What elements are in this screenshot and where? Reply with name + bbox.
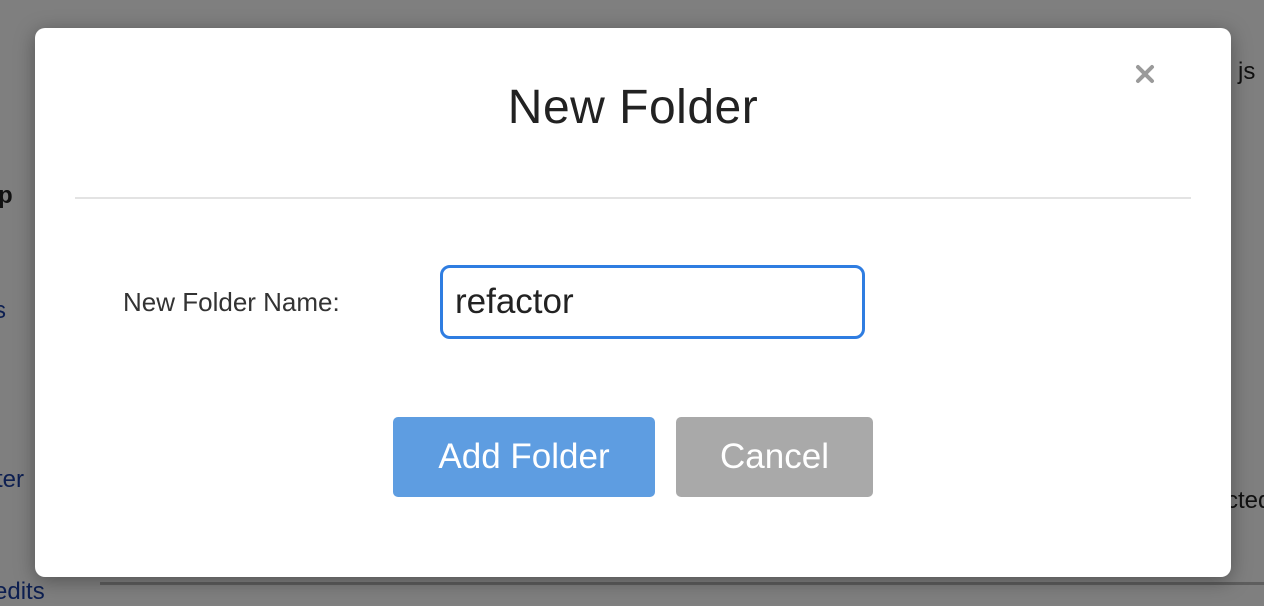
dialog-title: New Folder xyxy=(507,81,759,134)
header-divider xyxy=(75,197,1191,199)
cancel-button[interactable]: Cancel xyxy=(676,417,873,497)
folder-name-input[interactable] xyxy=(440,265,865,339)
add-folder-button[interactable]: Add Folder xyxy=(393,417,655,497)
folder-name-label: New Folder Name: xyxy=(123,287,340,317)
new-folder-dialog: New Folder New Folder Name: Add Folder C… xyxy=(35,28,1231,577)
